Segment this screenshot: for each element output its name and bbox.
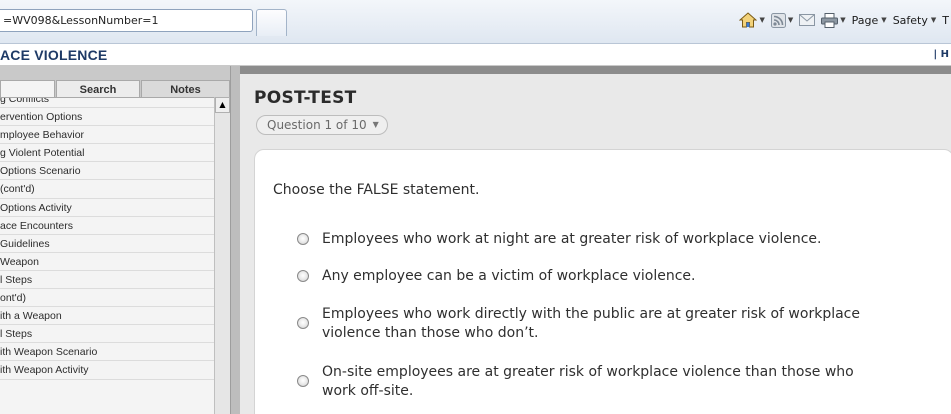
mail-button[interactable]	[799, 14, 816, 26]
tab-search[interactable]: Search	[56, 80, 140, 98]
feeds-icon	[770, 12, 786, 28]
scroll-up-icon[interactable]: ▲	[215, 97, 230, 113]
list-item[interactable]: Guidelines	[0, 235, 214, 253]
sidebar: Search Notes g Conflicts ervention Optio…	[0, 66, 230, 414]
list-item[interactable]: l Steps	[0, 271, 214, 290]
safety-menu[interactable]: Safety ▼	[893, 14, 937, 27]
tab-contents[interactable]	[0, 80, 55, 98]
list-item[interactable]: Weapon	[0, 253, 214, 271]
dropdown-caret-icon[interactable]: ▼	[759, 16, 764, 24]
course-title: ACE VIOLENCE	[0, 47, 108, 63]
sidebar-tabs: Search Notes	[0, 80, 230, 98]
list-item[interactable]: g Violent Potential	[0, 144, 214, 163]
dropdown-caret-icon: ▼	[930, 16, 937, 24]
answer-option[interactable]: On-site employees are at greater risk of…	[297, 363, 882, 401]
print-icon	[821, 12, 839, 28]
question-selector[interactable]: Question 1 of 10 ▼	[256, 115, 388, 135]
question-progress: Question 1 of 10	[267, 118, 367, 132]
list-item[interactable]: ith a Weapon	[0, 307, 214, 326]
dropdown-caret-icon: ▼	[881, 16, 887, 24]
list-item[interactable]: ace Encounters	[0, 217, 214, 235]
tab-notes[interactable]: Notes	[141, 80, 230, 98]
list-item[interactable]: (cont'd)	[0, 180, 214, 199]
list-item[interactable]: ith Weapon Scenario	[0, 343, 214, 362]
dropdown-caret-icon[interactable]: ▼	[788, 16, 793, 24]
lesson-list: g Conflicts ervention Options mployee Be…	[0, 97, 230, 414]
pane-splitter[interactable]	[230, 66, 240, 414]
lesson-list-items: g Conflicts ervention Options mployee Be…	[0, 98, 214, 380]
list-item[interactable]: ervention Options	[0, 108, 214, 127]
question-prompt: Choose the FALSE statement.	[273, 182, 480, 198]
feeds-button[interactable]: ▼	[770, 12, 793, 28]
answer-option-label: Any employee can be a victim of workplac…	[322, 268, 696, 284]
list-item[interactable]: Options Activity	[0, 199, 214, 217]
new-tab-button[interactable]	[256, 9, 287, 36]
chevron-down-icon: ▼	[372, 120, 379, 129]
home-icon	[739, 12, 758, 28]
help-link[interactable]: | H	[933, 44, 949, 66]
tools-menu[interactable]: T	[942, 14, 949, 27]
sidebar-scrollbar[interactable]: ▲	[214, 97, 230, 414]
radio-button[interactable]	[297, 270, 309, 282]
browser-toolbar: =WV098&LessonNumber=1 ▼ ▼ ▼ Page ▼ Safet…	[0, 0, 951, 44]
radio-button[interactable]	[297, 375, 309, 387]
list-item[interactable]: l Steps	[0, 325, 214, 344]
list-item[interactable]: mployee Behavior	[0, 126, 214, 145]
page-menu-label: Page	[851, 13, 879, 27]
list-item[interactable]: g Conflicts	[0, 98, 214, 109]
radio-button[interactable]	[297, 317, 309, 329]
dropdown-caret-icon[interactable]: ▼	[840, 16, 845, 24]
home-button[interactable]: ▼	[739, 12, 765, 28]
print-button[interactable]: ▼	[821, 12, 846, 28]
mail-icon	[799, 14, 816, 26]
answer-option[interactable]: Employees who work at night are at great…	[297, 230, 882, 249]
list-item[interactable]: ont'd)	[0, 289, 214, 308]
question-card: Choose the FALSE statement. Employees wh…	[254, 149, 951, 414]
main-top-bar	[240, 66, 951, 74]
radio-button[interactable]	[297, 233, 309, 245]
answer-option-label: Employees who work at night are at great…	[322, 231, 822, 247]
list-item[interactable]: Options Scenario	[0, 162, 214, 181]
course-header: ACE VIOLENCE | H	[0, 44, 951, 66]
address-bar[interactable]: =WV098&LessonNumber=1	[0, 9, 253, 32]
answer-option[interactable]: Employees who work directly with the pub…	[297, 305, 882, 343]
command-bar: ▼ ▼ ▼ Page ▼ Safety ▼ T	[739, 8, 951, 32]
page-title: POST-TEST	[254, 88, 357, 108]
answer-option[interactable]: Any employee can be a victim of workplac…	[297, 267, 882, 286]
tools-menu-label: T	[942, 13, 949, 27]
answer-option-label: On-site employees are at greater risk of…	[322, 364, 854, 399]
page-menu[interactable]: Page ▼	[852, 14, 887, 27]
main-content: POST-TEST Question 1 of 10 ▼ Choose the …	[240, 66, 951, 414]
list-item[interactable]: ith Weapon Activity	[0, 361, 214, 380]
help-link-label: H	[940, 49, 949, 60]
safety-menu-label: Safety	[892, 13, 928, 27]
answer-option-label: Employees who work directly with the pub…	[322, 306, 860, 341]
